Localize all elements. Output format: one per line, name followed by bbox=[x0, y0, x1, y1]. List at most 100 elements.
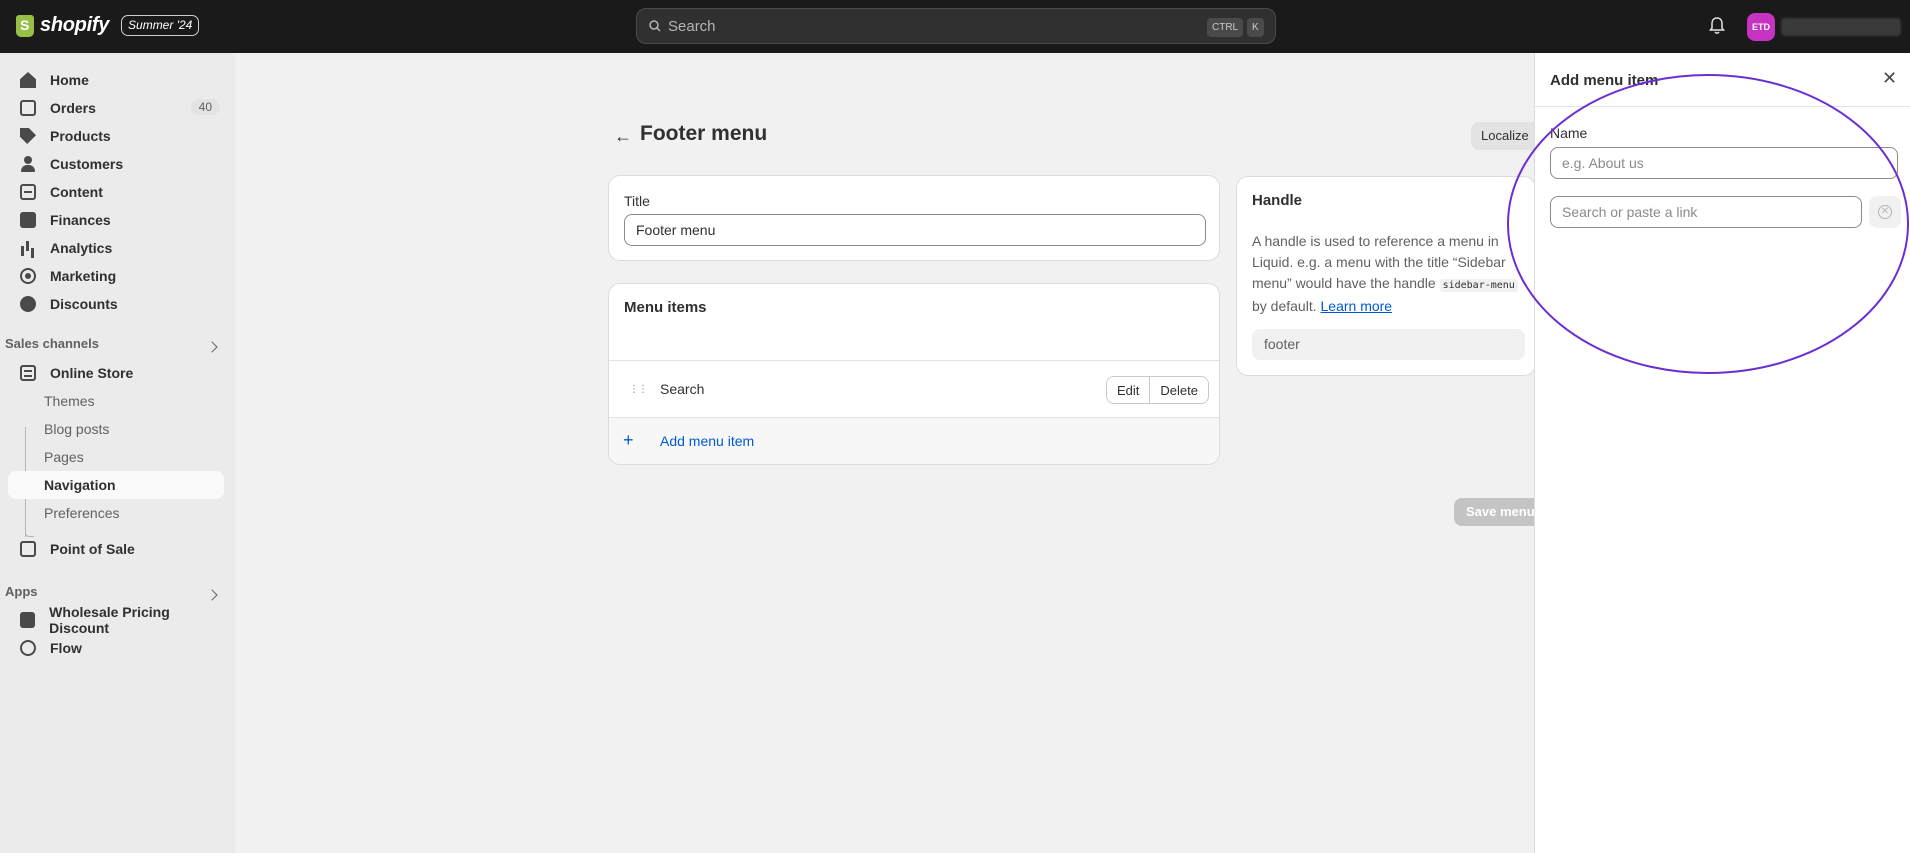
sidebar-item-customers[interactable]: Customers bbox=[8, 150, 224, 178]
handle-heading: Handle bbox=[1252, 192, 1303, 209]
title-card: Title Footer menu bbox=[608, 175, 1220, 261]
sidebar-item-label: Online Store bbox=[50, 365, 134, 381]
handle-example-code: sidebar-menu bbox=[1439, 279, 1518, 292]
flow-icon bbox=[20, 640, 36, 656]
link-input[interactable]: Search or paste a link bbox=[1550, 196, 1862, 228]
analytics-icon bbox=[20, 240, 36, 256]
sidebar-item-label: Discounts bbox=[50, 296, 118, 312]
learn-more-link[interactable]: Learn more bbox=[1321, 298, 1393, 314]
shopify-logo[interactable]: shopify Summer '24 bbox=[16, 14, 200, 37]
sidebar-item-label: Orders bbox=[50, 100, 96, 116]
add-menu-item-label: Add menu item bbox=[660, 433, 755, 449]
store-name-redacted[interactable] bbox=[1781, 18, 1901, 36]
sidebar-item-wholesale-pricing[interactable]: Wholesale Pricing Discount bbox=[8, 604, 224, 636]
sidebar-item-label: Themes bbox=[44, 393, 95, 409]
localize-button[interactable]: Localize bbox=[1471, 122, 1539, 150]
apps-label: Apps bbox=[5, 584, 38, 599]
discount-icon bbox=[20, 296, 36, 312]
sidebar-item-products[interactable]: Products bbox=[8, 122, 224, 150]
sidebar-item-preferences[interactable]: Preferences bbox=[8, 499, 224, 527]
sidebar-item-label: Wholesale Pricing Discount bbox=[49, 604, 170, 636]
sidebar-item-online-store[interactable]: Online Store bbox=[8, 359, 224, 387]
sidebar-item-label: Preferences bbox=[44, 505, 120, 521]
sidebar-item-label: Content bbox=[50, 184, 103, 200]
sidebar-item-home[interactable]: Home bbox=[8, 66, 224, 94]
sidebar-item-label: Blog posts bbox=[44, 421, 110, 437]
person-icon bbox=[20, 156, 36, 172]
edit-button[interactable]: Edit bbox=[1107, 377, 1150, 403]
finance-icon bbox=[20, 212, 36, 228]
menu-items-card: Menu items ⋮⋮ Search Edit Delete + Add m… bbox=[608, 283, 1220, 465]
sidebar-item-themes[interactable]: Themes bbox=[8, 387, 224, 415]
top-bar: shopify Summer '24 Search CTRL K ETD bbox=[0, 0, 1910, 53]
sidebar-item-marketing[interactable]: Marketing bbox=[8, 262, 224, 290]
handle-card: Handle A handle is used to reference a m… bbox=[1236, 176, 1536, 376]
bell-icon[interactable] bbox=[1709, 17, 1725, 35]
menu-item-label: Search bbox=[660, 381, 705, 397]
edition-badge[interactable]: Summer '24 bbox=[121, 15, 200, 36]
sidebar-item-navigation[interactable]: Navigation bbox=[8, 471, 224, 499]
sidebar-item-flow[interactable]: Flow bbox=[8, 634, 224, 662]
sales-channels-chevron-icon[interactable] bbox=[206, 341, 218, 353]
plus-icon: + bbox=[623, 430, 634, 450]
apps-chevron-icon[interactable] bbox=[206, 589, 218, 601]
sidebar-item-pages[interactable]: Pages bbox=[8, 443, 224, 471]
orders-count-badge: 40 bbox=[190, 99, 220, 115]
app-icon bbox=[20, 612, 36, 628]
divider bbox=[1535, 106, 1910, 107]
save-menu-button[interactable]: Save menu bbox=[1454, 498, 1547, 526]
handle-input[interactable]: footer bbox=[1252, 329, 1525, 360]
clear-link-button[interactable]: ✕ bbox=[1869, 196, 1901, 228]
panel-title: Add menu item bbox=[1550, 72, 1659, 89]
menu-item-actions: Edit Delete bbox=[1106, 376, 1209, 404]
sidebar-item-finances[interactable]: Finances bbox=[8, 206, 224, 234]
list-item: ⋮⋮ Search Edit Delete bbox=[609, 360, 1219, 418]
pos-icon bbox=[20, 541, 36, 557]
page-title: Footer menu bbox=[640, 122, 768, 145]
sidebar-item-label: Home bbox=[50, 72, 89, 88]
content-icon bbox=[20, 184, 36, 200]
sidebar-item-blog-posts[interactable]: Blog posts bbox=[8, 415, 224, 443]
sidebar-item-point-of-sale[interactable]: Point of Sale bbox=[8, 535, 224, 563]
sidebar-item-label: Point of Sale bbox=[50, 541, 135, 557]
add-menu-item-panel: Add menu item ✕ Name e.g. About us Searc… bbox=[1534, 53, 1910, 853]
sidebar-item-analytics[interactable]: Analytics bbox=[8, 234, 224, 262]
shortcut-k-key: K bbox=[1247, 18, 1264, 37]
clear-icon: ✕ bbox=[1878, 205, 1892, 219]
sidebar-item-content[interactable]: Content bbox=[8, 178, 224, 206]
close-icon[interactable]: ✕ bbox=[1882, 69, 1898, 87]
menu-items-heading: Menu items bbox=[624, 299, 707, 316]
sidebar-item-discounts[interactable]: Discounts bbox=[8, 290, 224, 318]
add-menu-item-button[interactable]: + Add menu item bbox=[609, 418, 1219, 464]
sidebar: Home Orders 40 Products Customers Content… bbox=[0, 53, 235, 853]
sidebar-item-label: Navigation bbox=[44, 477, 116, 493]
global-search-input[interactable]: Search CTRL K bbox=[636, 8, 1276, 44]
sidebar-item-label: Products bbox=[50, 128, 111, 144]
sidebar-item-orders[interactable]: Orders 40 bbox=[8, 94, 224, 122]
drag-handle-icon[interactable]: ⋮⋮ bbox=[629, 384, 648, 395]
title-input[interactable]: Footer menu bbox=[624, 214, 1206, 246]
delete-button[interactable]: Delete bbox=[1149, 377, 1208, 403]
search-icon bbox=[649, 20, 661, 32]
name-input[interactable]: e.g. About us bbox=[1550, 147, 1898, 179]
name-label: Name bbox=[1550, 125, 1588, 141]
sidebar-item-label: Customers bbox=[50, 156, 124, 172]
home-icon bbox=[20, 72, 36, 88]
orders-icon bbox=[20, 100, 36, 116]
sidebar-item-label: Finances bbox=[50, 212, 111, 228]
avatar[interactable]: ETD bbox=[1747, 13, 1775, 41]
title-label: Title bbox=[624, 193, 650, 209]
sidebar-item-label: Flow bbox=[50, 640, 82, 656]
shortcut-ctrl-key: CTRL bbox=[1207, 18, 1244, 37]
back-arrow-icon[interactable]: ← bbox=[614, 126, 632, 147]
tag-icon bbox=[20, 128, 36, 144]
sidebar-item-label: Analytics bbox=[50, 240, 113, 256]
handle-description: A handle is used to reference a menu in … bbox=[1252, 231, 1522, 317]
sidebar-item-label: Pages bbox=[44, 449, 84, 465]
handle-desc-text-2: by default. bbox=[1252, 298, 1321, 314]
shopify-bag-icon bbox=[16, 14, 34, 37]
sidebar-item-label: Marketing bbox=[50, 268, 117, 284]
search-placeholder: Search bbox=[668, 18, 716, 35]
logo-text: shopify bbox=[40, 14, 110, 36]
store-icon bbox=[20, 365, 36, 381]
